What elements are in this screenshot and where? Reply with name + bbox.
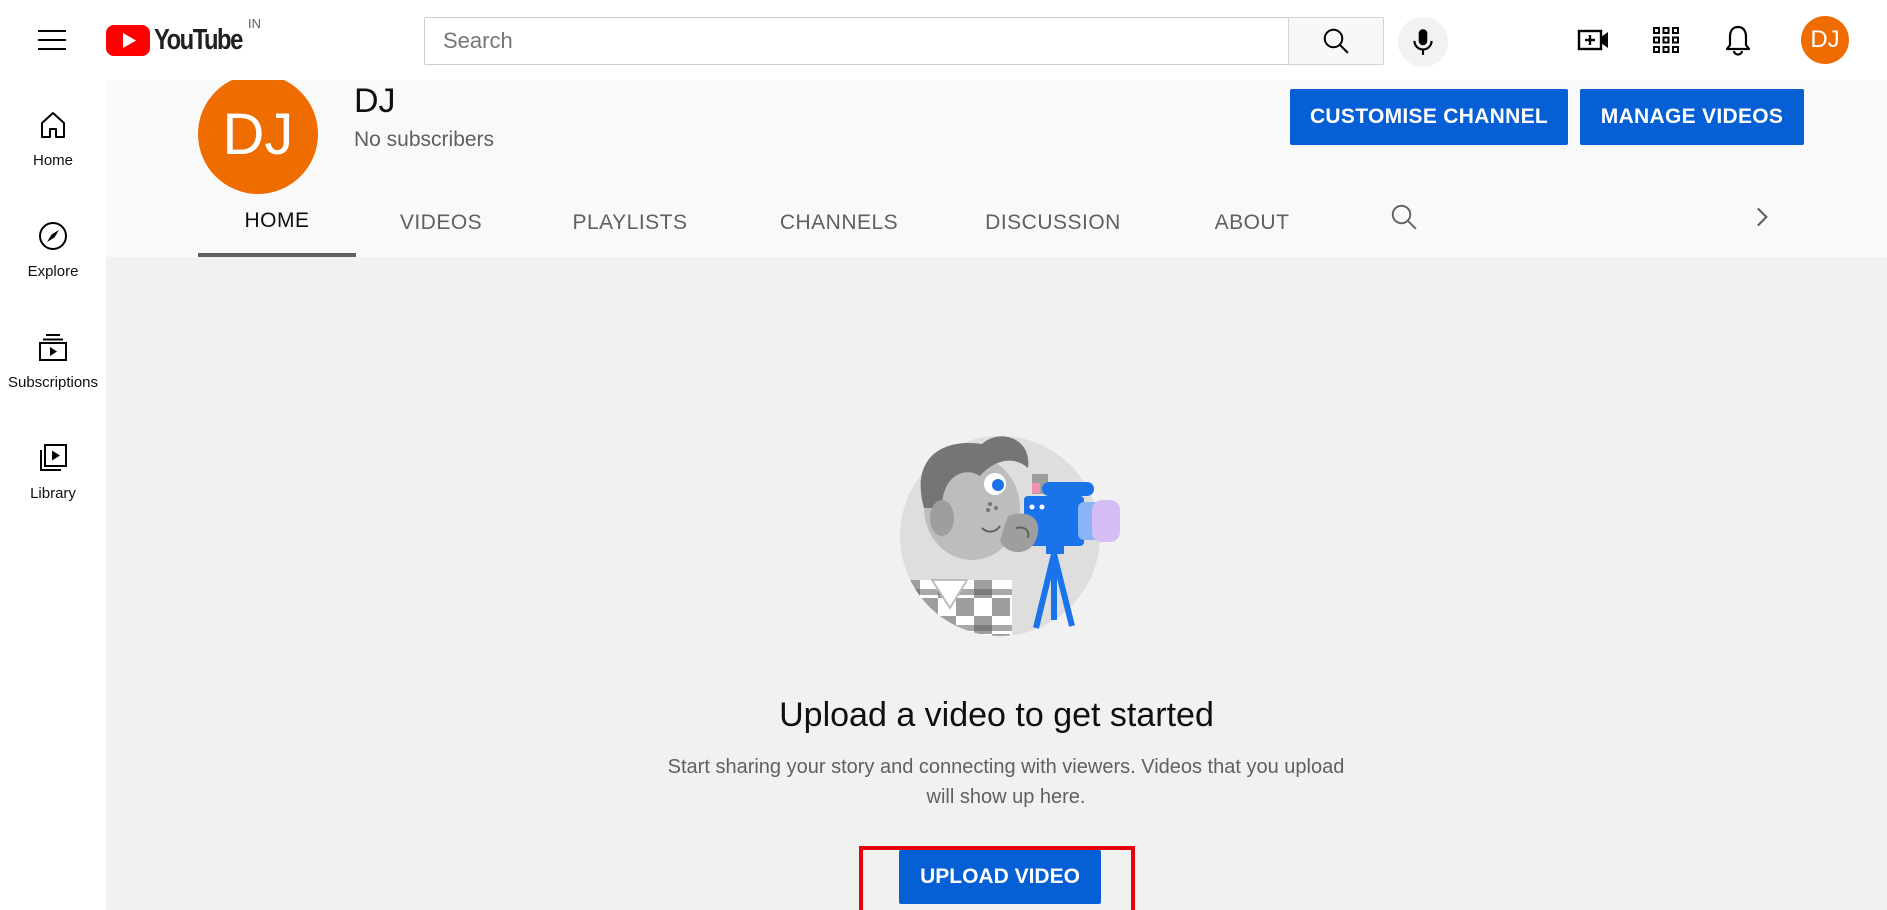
apps-button[interactable] <box>1646 20 1686 60</box>
sidebar-item-label: Subscriptions <box>7 374 99 391</box>
youtube-play-icon <box>106 24 150 56</box>
bell-icon <box>1725 25 1751 56</box>
sidebar-item-label: Explore <box>27 263 79 280</box>
channel-avatar: DJ <box>198 74 318 194</box>
tab-about[interactable]: ABOUT <box>1162 188 1342 257</box>
search-icon <box>1391 204 1417 230</box>
search-icon <box>1323 28 1349 54</box>
apps-grid-icon <box>1653 27 1679 53</box>
mini-guide: Home Explore Subscriptions Library <box>0 80 106 910</box>
sidebar-item-explore[interactable]: Explore <box>0 191 106 291</box>
customise-channel-button[interactable]: CUSTOMISE CHANNEL <box>1290 89 1568 145</box>
sidebar-item-label: Library <box>30 485 76 502</box>
manage-videos-button[interactable]: MANAGE VIDEOS <box>1580 89 1804 145</box>
sidebar-item-home[interactable]: Home <box>0 80 106 180</box>
create-video-button[interactable] <box>1574 20 1614 60</box>
home-icon <box>41 112 65 138</box>
account-avatar[interactable]: DJ <box>1801 16 1849 64</box>
sidebar-item-subscriptions[interactable]: Subscriptions <box>0 302 106 402</box>
hamburger-menu-icon[interactable] <box>30 22 74 58</box>
camera-person-illustration <box>900 436 1120 636</box>
upload-video-button[interactable]: UPLOAD VIDEO <box>899 850 1101 904</box>
search-input[interactable] <box>424 17 1288 65</box>
tab-channels[interactable]: CHANNELS <box>734 188 944 257</box>
masthead: YouTube IN Search DJ <box>0 0 1887 80</box>
microphone-icon <box>1413 29 1433 55</box>
sidebar-item-library[interactable]: Library <box>0 413 106 513</box>
channel-name: DJ <box>354 82 396 120</box>
tab-videos[interactable]: VIDEOS <box>356 188 526 257</box>
tab-home[interactable]: HOME <box>198 188 356 257</box>
tabs-scroll-right[interactable] <box>1748 202 1774 237</box>
chevron-right-icon <box>1757 207 1768 227</box>
voice-search-button[interactable] <box>1398 17 1448 67</box>
notifications-button[interactable] <box>1718 20 1758 60</box>
tab-discussion[interactable]: DISCUSSION <box>944 188 1162 257</box>
sidebar-item-label: Home <box>32 152 73 169</box>
channel-search-button[interactable] <box>1389 202 1419 237</box>
empty-state-description: Start sharing your story and connecting … <box>667 756 1345 808</box>
tab-playlists[interactable]: PLAYLISTS <box>526 188 734 257</box>
compass-icon <box>39 222 67 250</box>
video-create-icon <box>1577 29 1608 51</box>
youtube-logo[interactable]: YouTube <box>106 24 261 56</box>
search-bar <box>424 17 1384 65</box>
region-code: IN <box>248 16 261 31</box>
subscriptions-icon <box>39 334 67 361</box>
empty-state-title: Upload a video to get started <box>779 696 1214 734</box>
channel-header: DJ DJ No subscribers CUSTOMISE CHANNEL M… <box>106 74 1887 257</box>
subscriber-count: No subscribers <box>354 128 495 151</box>
search-button[interactable] <box>1288 17 1384 65</box>
logo-text: YouTube <box>154 23 243 56</box>
library-icon <box>40 444 67 471</box>
